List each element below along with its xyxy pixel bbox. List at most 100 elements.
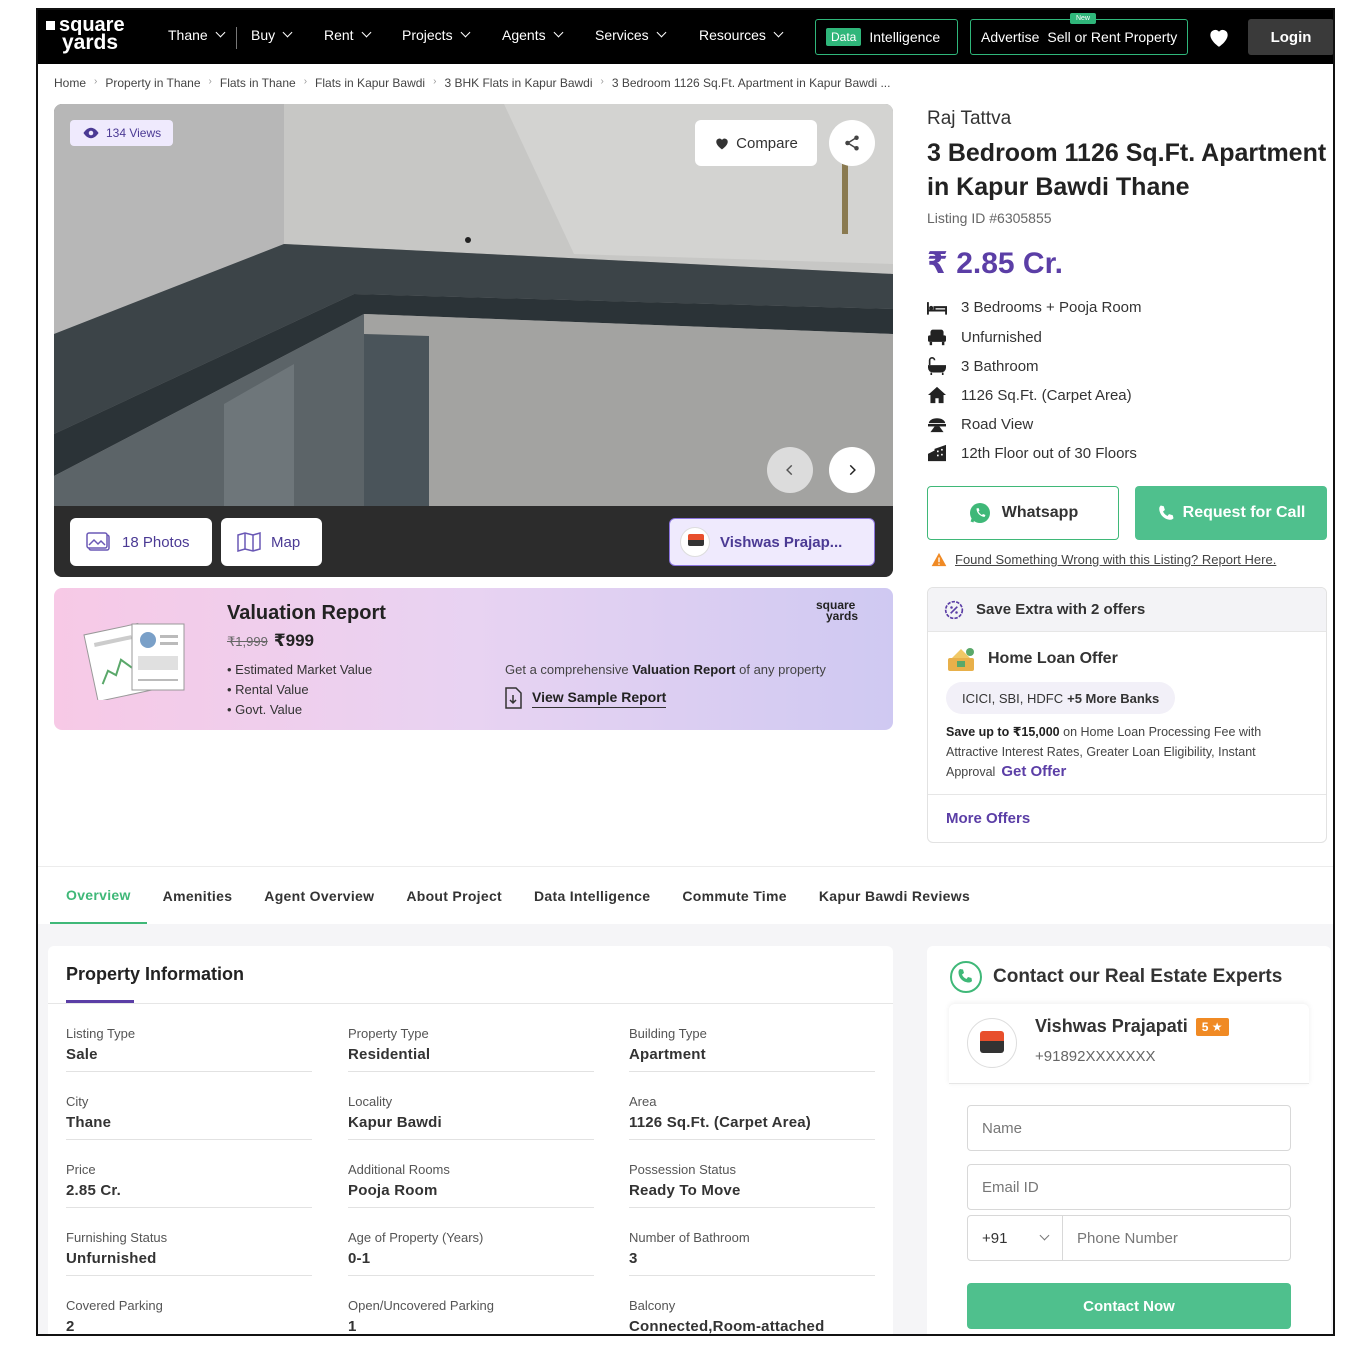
info-cell: Balcony Connected,Room-attached [629,1298,875,1335]
share-button[interactable] [829,120,875,166]
info-label: Additional Rooms [348,1162,450,1177]
offer-name: Home Loan Offer [988,650,1118,667]
prev-photo-button[interactable] [767,447,813,493]
nav-buy[interactable]: Buy [251,27,293,43]
property-information-title: Property Information [66,964,245,984]
contact-now-button[interactable]: Contact Now [967,1283,1291,1329]
agent-name: Vishwas Prajapati 5 ★ [1035,1016,1229,1037]
report-listing-link[interactable]: Found Something Wrong with this Listing?… [931,552,1276,567]
tab-commute-time[interactable]: Commute Time [666,868,802,924]
sofa-icon [928,329,946,346]
info-label: Area [629,1094,657,1109]
data-badge: Data [826,28,862,46]
tab-amenities[interactable]: Amenities [147,868,249,924]
tab-about-project[interactable]: About Project [390,868,518,924]
feature-text: 3 Bathroom [961,357,1039,375]
data-intelligence-button[interactable]: Data Intelligence [815,19,958,55]
heart-icon[interactable] [1206,24,1232,50]
whatsapp-button[interactable]: Whatsapp [927,486,1119,540]
offers-divider [928,794,1326,795]
breadcrumb-home[interactable]: Home [54,76,86,90]
info-label: Balcony [629,1298,676,1313]
breadcrumb-flats-thane[interactable]: Flats in Thane [220,76,296,90]
phone-field-row: +91 [967,1215,1291,1261]
info-label: Possession Status [629,1162,736,1177]
valuation-report-banner[interactable]: Valuation Report ₹1,999 ₹999 Estimated Ma… [54,588,893,730]
agent-card: Vishwas Prajapati 5 ★ +91892XXXXXXX [949,1004,1309,1084]
email-input[interactable] [967,1164,1291,1210]
agent-chip[interactable]: Vishwas Prajap... [669,518,875,566]
building-floor-icon [928,444,946,462]
chevron-right-icon: › [94,76,98,87]
breadcrumb-property-thane[interactable]: Property in Thane [105,76,200,90]
project-name[interactable]: Raj Tattva [927,108,1011,130]
nav-projects[interactable]: Projects [402,27,471,43]
info-value: Thane [66,1114,112,1131]
advertise-label: Advertise [981,29,1040,45]
report-documents-icon [83,622,185,700]
info-cell: Covered Parking 2 [66,1298,312,1334]
breadcrumb-3bhk[interactable]: 3 BHK Flats in Kapur Bawdi [444,76,592,90]
breadcrumb-flats-kapur-bawdi[interactable]: Flats in Kapur Bawdi [315,76,425,90]
map-button[interactable]: Map [221,518,322,566]
valuation-desc-pre: Get a comprehensive [505,662,629,677]
login-button[interactable]: Login [1248,19,1333,55]
cell-divider [629,1207,875,1208]
tabs-divider [38,866,1333,867]
info-label: Listing Type [66,1026,136,1041]
nav-city-thane[interactable]: Thane [168,27,226,43]
info-cell: Listing Type Sale [66,1026,312,1072]
chevron-down-icon [656,27,667,38]
nav-rent[interactable]: Rent [324,27,372,43]
view-sample-report-link[interactable]: View Sample Report [504,687,667,709]
share-icon [845,135,859,151]
advertise-sell-button[interactable]: Advertise Sell or Rent Property [970,19,1188,55]
nav-agents[interactable]: Agents [502,27,564,43]
photos-button[interactable]: 18 Photos [70,518,212,566]
nav-resources[interactable]: Resources [699,27,784,43]
chevron-right-icon: › [433,76,437,87]
chevron-right-icon: › [600,76,604,87]
valuation-points: Estimated Market Value Rental Value Govt… [227,660,372,720]
agent-chip-name: Vishwas Prajap... [720,533,843,551]
feature-text: Unfurnished [961,328,1042,346]
banks-more[interactable]: +5 More Banks [1067,691,1159,706]
warning-icon [931,552,947,567]
next-photo-button[interactable] [829,447,875,493]
nav-resources-label: Resources [699,27,766,43]
home-icon [928,386,946,404]
info-cell: Open/Uncovered Parking 1 [348,1298,594,1335]
photo-gallery[interactable]: 134 Views Compare 18 Photos Map Vishwas … [54,104,893,577]
info-value: Connected,Room-attached [629,1318,825,1335]
squareyards-logo[interactable]: square yards [46,15,156,53]
feature-bedrooms: 3 Bedrooms + Pooja Room [927,299,1327,316]
offers-header-label: Save Extra with 2 offers [976,601,1146,618]
map-label: Map [271,533,301,551]
offer-desc-pre: Save up to [946,725,1010,739]
compare-button[interactable]: Compare [695,120,817,166]
info-cell: City Thane [66,1094,312,1140]
feature-text: Road View [961,415,1034,433]
tab-agent-overview[interactable]: Agent Overview [248,868,390,924]
tab-overview[interactable]: Overview [50,868,147,924]
country-code-select[interactable]: +91 [968,1216,1063,1260]
info-value: 1 [348,1318,357,1335]
phone-number-input[interactable] [1063,1216,1290,1260]
get-offer-link[interactable]: Get Offer [1001,763,1066,780]
contact-title: Contact our Real Estate Experts [949,960,1282,994]
offers-header: Save Extra with 2 offers [928,588,1326,632]
tab-data-intelligence[interactable]: Data Intelligence [518,868,666,924]
nav-divider [236,27,237,49]
valuation-price: ₹1,999 ₹999 [227,631,314,651]
road-view-icon [928,418,946,433]
gallery-bottom-bar: 18 Photos Map Vishwas Prajap... [54,506,893,577]
info-cell: Age of Property (Years) 0-1 [348,1230,594,1276]
tab-kapur-bawdi-reviews[interactable]: Kapur Bawdi Reviews [803,868,986,924]
name-input[interactable] [967,1105,1291,1151]
agent-avatar [680,527,710,557]
nav-services[interactable]: Services [595,27,667,43]
request-call-button[interactable]: Request for Call [1135,486,1327,540]
more-offers-link[interactable]: More Offers [946,810,1030,827]
cell-divider [348,1207,594,1208]
feature-bathroom: 3 Bathroom [927,357,1327,375]
